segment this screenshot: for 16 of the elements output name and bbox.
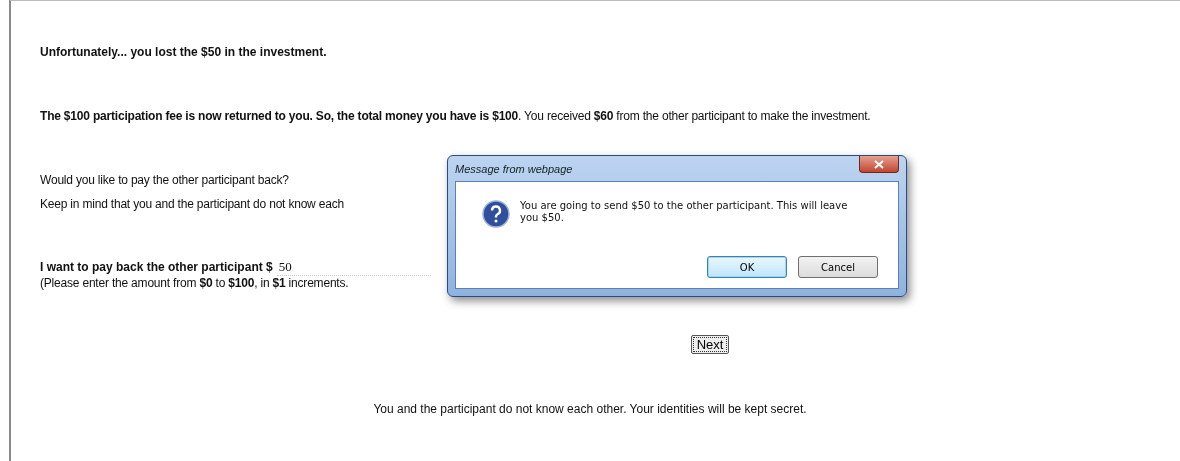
dialog-button[interactable]: Cancel [798, 256, 878, 278]
question-text: Would you like to pay the other participant back? [40, 173, 289, 187]
question-icon [482, 200, 510, 228]
dialog-button[interactable]: OK [707, 256, 787, 278]
dialog-message: You are going to send $50 to the other participant. This will leave you $50. [520, 200, 849, 224]
next-button[interactable]: Next [690, 335, 730, 354]
amount-label: I want to pay back the other participant $ [40, 260, 273, 274]
dialog-title: Message from webpage [455, 163, 573, 175]
amount-field[interactable]: 50 [276, 259, 431, 276]
result-text: Unfortunately... you lost the $50 in the investment. [40, 45, 328, 59]
close-button[interactable] [859, 156, 899, 173]
summary-text: The $100 participation fee is now returned to you. So, the total money you have is $100. You received $60 from the other participant to make the investment. [40, 109, 871, 123]
footer-text: You and the participant do not know each other. Your identities will be kept secret. [373, 402, 807, 416]
reminder-text: Keep in mind that you and the participant do not know each [40, 197, 344, 211]
close-icon [874, 159, 884, 169]
amount-hint: (Please enter the amount from $0 to $100, in $1 increments. [40, 276, 349, 290]
